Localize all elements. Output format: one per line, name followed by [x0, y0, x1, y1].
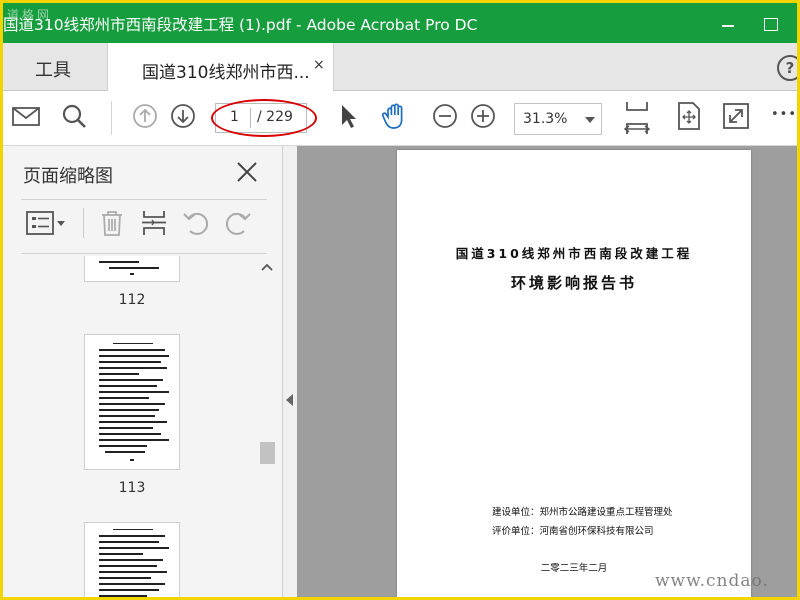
scrollbar-thumb[interactable] — [260, 442, 275, 464]
zoom-in-icon[interactable] — [468, 101, 498, 131]
close-panel-icon[interactable] — [235, 160, 259, 184]
thumbnail-page[interactable] — [84, 256, 180, 282]
tab-tools-label: 工具 — [35, 60, 71, 81]
title-bar: 国道310线郑州市西南段改建工程 (1).pdf - Adobe Acrobat… — [3, 3, 797, 43]
trash-icon[interactable] — [97, 208, 127, 238]
panel-collapse-handle[interactable] — [283, 146, 297, 597]
zoom-out-icon[interactable] — [430, 101, 460, 131]
doc-title-line1: 国道310线郑州市西南段改建工程 — [455, 246, 693, 261]
toolbar-divider — [111, 101, 112, 135]
panel-title: 页面缩略图 — [23, 166, 113, 187]
minimize-button[interactable] — [708, 3, 754, 43]
help-icon[interactable]: ? — [777, 55, 797, 81]
close-tab-icon[interactable]: × — [313, 57, 325, 73]
full-screen-icon[interactable] — [721, 101, 751, 131]
select-cursor-icon[interactable] — [333, 101, 363, 131]
more-tools-icon[interactable]: ••• — [771, 107, 797, 122]
app-window: 国道310线郑州市西南段改建工程 (1).pdf - Adobe Acrobat… — [3, 3, 797, 597]
search-icon[interactable] — [59, 101, 89, 131]
tab-document[interactable]: 国道310线郑州市西... × — [108, 43, 334, 92]
thumbnail-scrollbar[interactable] — [258, 256, 276, 597]
panel-divider — [21, 199, 267, 200]
page-thumbnails-panel: 页面缩略图 112 113 — [3, 146, 283, 597]
chevron-down-icon — [585, 117, 595, 123]
document-view[interactable]: 国道310线郑州市西南段改建工程 环境影响报告书 建设单位：郑州市公路建设重点工… — [297, 146, 797, 597]
thumbnail-list: 112 113 — [3, 256, 258, 597]
fit-page-icon[interactable] — [674, 101, 704, 131]
mail-icon[interactable] — [11, 101, 41, 131]
hand-tool-icon[interactable] — [380, 101, 410, 131]
thumbnail-options-icon[interactable] — [25, 208, 67, 238]
window-title: 国道310线郑州市西南段改建工程 (1).pdf - Adobe Acrobat… — [3, 16, 478, 34]
rotate-left-icon[interactable] — [181, 208, 211, 238]
thumbnail-page[interactable] — [84, 334, 180, 470]
site-watermark: www.cndao. — [655, 571, 769, 591]
collapse-arrow-icon — [286, 394, 293, 406]
previous-page-icon[interactable] — [130, 101, 160, 131]
thumbnail-page[interactable] — [84, 522, 180, 597]
fit-width-icon[interactable] — [621, 100, 653, 136]
chevron-up-icon[interactable] — [261, 262, 273, 272]
rotate-right-icon[interactable] — [223, 208, 253, 238]
doc-title-line2: 环境影响报告书 — [510, 274, 637, 292]
toolbar: 1 / 229 31.3% ••• — [3, 91, 797, 146]
insert-page-icon[interactable] — [139, 208, 169, 238]
tab-bar: 工具 国道310线郑州市西... × ? — [3, 43, 797, 92]
tab-document-label: 国道310线郑州市西... — [142, 63, 310, 83]
maximize-button[interactable] — [752, 3, 797, 43]
corner-watermark: 道格网 — [7, 8, 53, 22]
panel-tool-divider — [83, 208, 84, 238]
thumbnail-page-number: 113 — [118, 480, 146, 496]
highlight-annotation-oval — [211, 99, 317, 137]
zoom-level-dropdown[interactable]: 31.3% — [514, 103, 602, 135]
zoom-level-value: 31.3% — [523, 111, 568, 127]
doc-evaluator: 评价单位：河南省创环保科技有限公司 — [492, 526, 654, 537]
document-page: 国道310线郑州市西南段改建工程 环境影响报告书 建设单位：郑州市公路建设重点工… — [397, 150, 751, 597]
doc-builder: 建设单位：郑州市公路建设重点工程管理处 — [492, 507, 673, 518]
thumbnail-page-number: 112 — [118, 292, 146, 308]
tab-tools[interactable]: 工具 — [3, 43, 108, 91]
panel-divider — [21, 253, 267, 254]
next-page-icon[interactable] — [168, 101, 198, 131]
